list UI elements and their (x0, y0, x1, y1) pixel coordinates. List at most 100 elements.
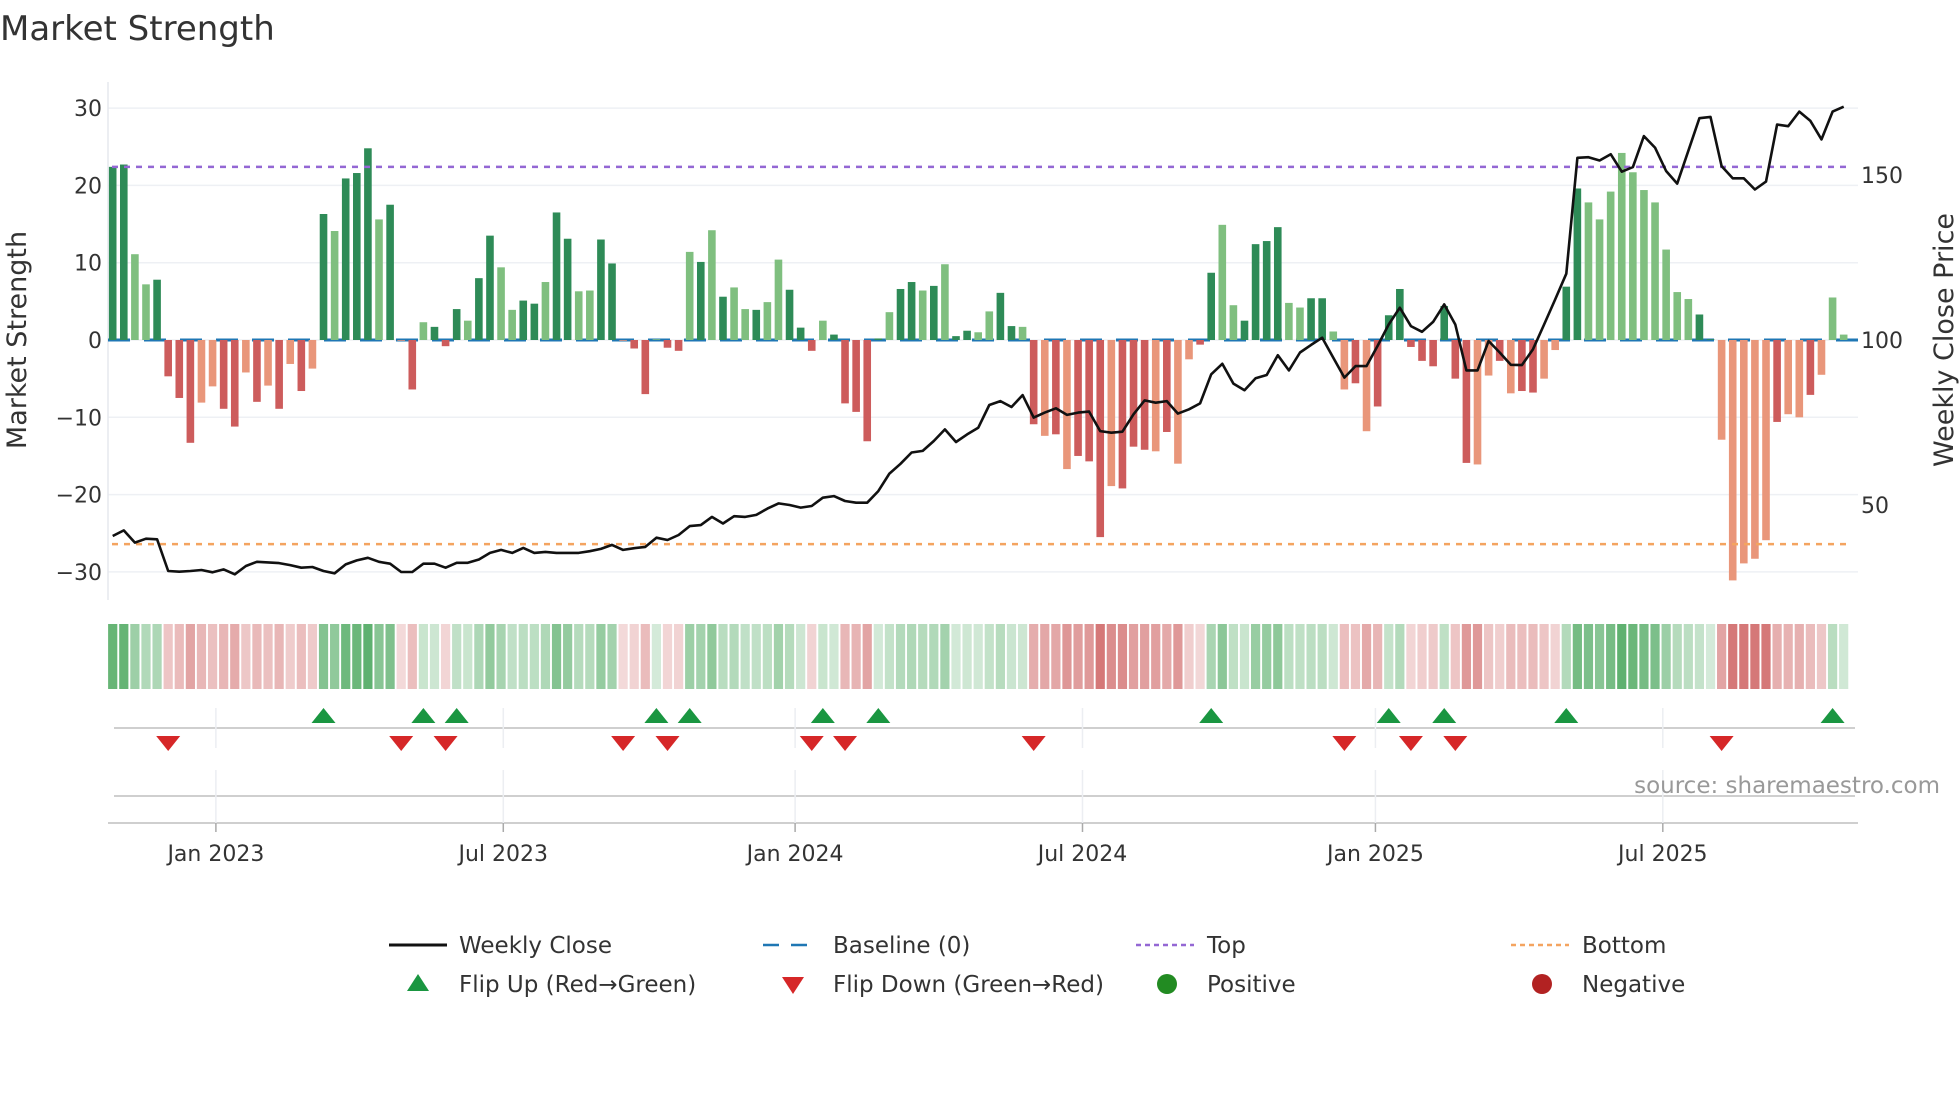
strength-bar (1407, 340, 1415, 347)
strength-bar (1828, 297, 1837, 340)
strength-bar (1740, 340, 1748, 564)
strip-cell (1017, 624, 1028, 689)
strip-cell (1095, 624, 1105, 689)
strip-cell (1750, 624, 1760, 689)
strip-cell (1484, 624, 1494, 689)
strip-cell (1217, 624, 1227, 689)
strip-cell (1705, 624, 1716, 689)
strength-heat-strip (108, 624, 1849, 689)
strength-bar (153, 279, 161, 340)
strip-cell (1572, 624, 1582, 689)
strip-cell (1384, 624, 1394, 689)
strength-bar (1251, 244, 1260, 340)
strength-bar (1063, 340, 1071, 470)
y2-tick-label: 50 (1861, 494, 1889, 519)
strength-bar (1007, 326, 1016, 340)
strip-cell (1628, 624, 1638, 689)
strength-bar (1351, 340, 1360, 384)
strip-cell (1672, 624, 1682, 689)
strip-cell (1528, 624, 1538, 689)
y-axis-ticks: 30 20 10 0 −10 −20 −30 (56, 97, 102, 586)
strength-bar (242, 340, 250, 373)
strength-bar (1651, 202, 1659, 340)
strip-cell (1594, 624, 1605, 689)
strip-cell (252, 624, 262, 689)
strip-cell (474, 624, 484, 689)
strip-cell (1062, 624, 1072, 689)
strip-cell (851, 624, 861, 689)
strip-cell (296, 624, 306, 689)
strip-cell (585, 624, 595, 689)
strip-cell (1417, 624, 1427, 689)
strength-bar (841, 340, 849, 404)
flip-up-triangle-icon (677, 708, 702, 723)
strength-bar (586, 290, 594, 340)
strength-bar (1717, 340, 1726, 440)
flip-up-triangle-icon (810, 708, 835, 723)
strength-bar (563, 238, 572, 340)
strip-cell (1450, 624, 1460, 689)
strength-bar (486, 235, 494, 340)
y2-tick-label: 150 (1861, 164, 1903, 189)
strip-cell (1040, 624, 1050, 689)
flip-down-triangle-icon (389, 736, 414, 751)
legend-label: Positive (1207, 972, 1296, 998)
strip-cell (884, 624, 895, 689)
strength-bar (508, 309, 516, 340)
strip-cell (1439, 624, 1449, 689)
strength-bar (674, 340, 683, 351)
strength-bar (708, 230, 716, 340)
strength-bar (386, 204, 394, 340)
legend-item-weekly-close: Weekly Close (389, 933, 612, 959)
strength-bar (164, 340, 172, 377)
strip-cell (263, 624, 273, 689)
strength-bar (896, 288, 905, 340)
strip-cell (285, 624, 295, 689)
strength-bar (319, 214, 328, 340)
strength-bar (1562, 286, 1571, 340)
strip-cell (607, 624, 617, 689)
strip-cell (1106, 624, 1116, 689)
x-tick-label: Jan 2023 (165, 842, 264, 867)
strength-bar (1129, 340, 1138, 447)
strength-bar (330, 231, 339, 340)
y-tick-label: 10 (74, 252, 102, 277)
strength-bar (963, 330, 971, 340)
strip-cell (1350, 624, 1361, 689)
strip-cell (951, 624, 961, 689)
strength-bar (1784, 340, 1792, 415)
strength-bar (1296, 307, 1304, 340)
strength-bar (1118, 340, 1127, 489)
y-tick-label: −30 (56, 561, 102, 586)
strength-bar (541, 282, 550, 340)
strip-cell (163, 624, 173, 689)
flip-up-triangle-icon (411, 708, 436, 723)
strip-cell (1827, 624, 1838, 689)
strip-cell (463, 624, 473, 689)
strip-cell (1461, 624, 1472, 689)
strip-cell (440, 624, 451, 689)
green-dot-icon (1157, 974, 1177, 994)
strength-bar (341, 178, 350, 340)
legend-item-top: Top (1136, 933, 1246, 959)
strip-cell (485, 624, 495, 689)
strength-bar (574, 291, 583, 340)
strip-cell (696, 624, 706, 689)
strip-cell (796, 624, 806, 689)
strip-cell (807, 624, 817, 689)
strength-bar (397, 340, 405, 341)
strip-cell (1683, 624, 1693, 689)
strip-cell (141, 624, 151, 689)
red-dot-icon (1532, 974, 1552, 994)
strength-bar (952, 336, 960, 340)
strength-bar (1473, 340, 1482, 465)
strip-cell (1361, 624, 1372, 689)
strength-bar (119, 164, 128, 340)
strip-cell (707, 624, 717, 689)
strip-cell (130, 624, 140, 689)
strip-cell (640, 624, 650, 689)
strength-bar (941, 264, 949, 340)
strength-bar (907, 282, 916, 340)
strip-cell (984, 624, 994, 689)
flip-up-triangle-icon (1432, 708, 1457, 723)
